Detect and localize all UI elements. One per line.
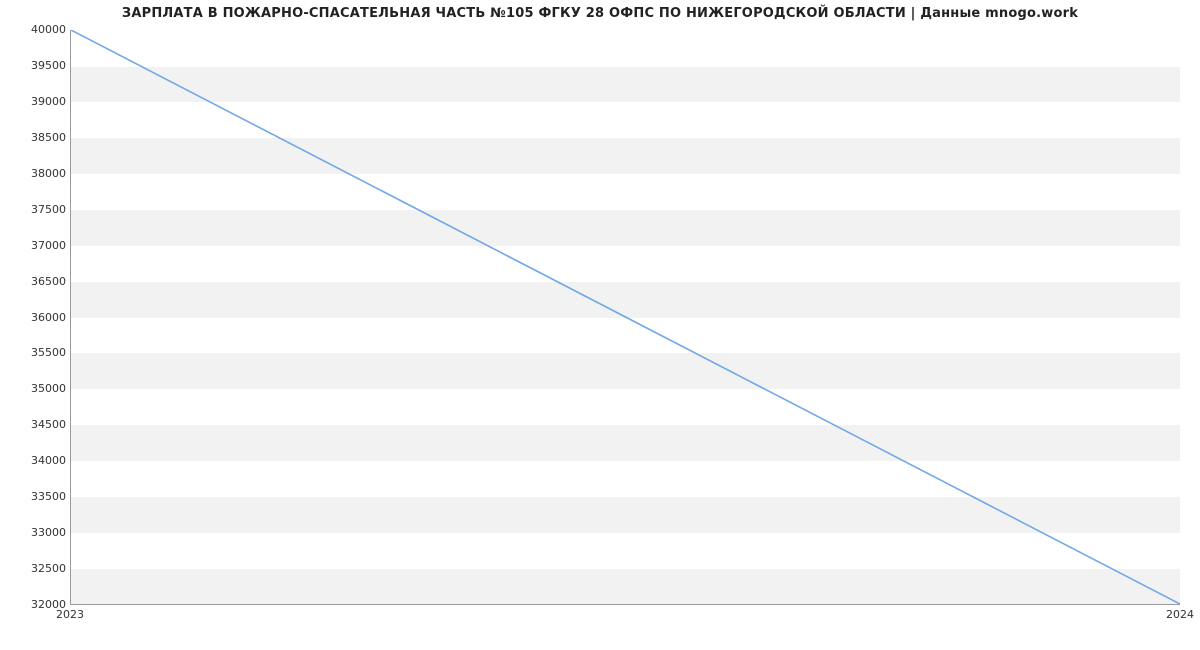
series-line (71, 30, 1180, 604)
y-tick-label: 36500 (0, 275, 66, 288)
x-tick-label: 2023 (56, 608, 84, 621)
y-tick-label: 40000 (0, 23, 66, 36)
y-tick-label: 37500 (0, 203, 66, 216)
y-tick-label: 34500 (0, 418, 66, 431)
y-tick-label: 35500 (0, 346, 66, 359)
line-series (71, 30, 1180, 604)
y-tick-label: 33000 (0, 526, 66, 539)
y-tick-label: 36000 (0, 311, 66, 324)
y-tick-label: 33500 (0, 490, 66, 503)
y-tick-label: 35000 (0, 382, 66, 395)
y-tick-label: 39500 (0, 59, 66, 72)
chart-container: ЗАРПЛАТА В ПОЖАРНО-СПАСАТЕЛЬНАЯ ЧАСТЬ №1… (0, 0, 1200, 650)
y-tick-label: 37000 (0, 239, 66, 252)
y-tick-label: 34000 (0, 454, 66, 467)
y-tick-label: 38000 (0, 167, 66, 180)
plot-area (70, 30, 1180, 605)
y-tick-label: 39000 (0, 95, 66, 108)
y-tick-label: 32500 (0, 562, 66, 575)
y-tick-label: 38500 (0, 131, 66, 144)
chart-title: ЗАРПЛАТА В ПОЖАРНО-СПАСАТЕЛЬНАЯ ЧАСТЬ №1… (0, 6, 1200, 21)
x-tick-label: 2024 (1166, 608, 1194, 621)
